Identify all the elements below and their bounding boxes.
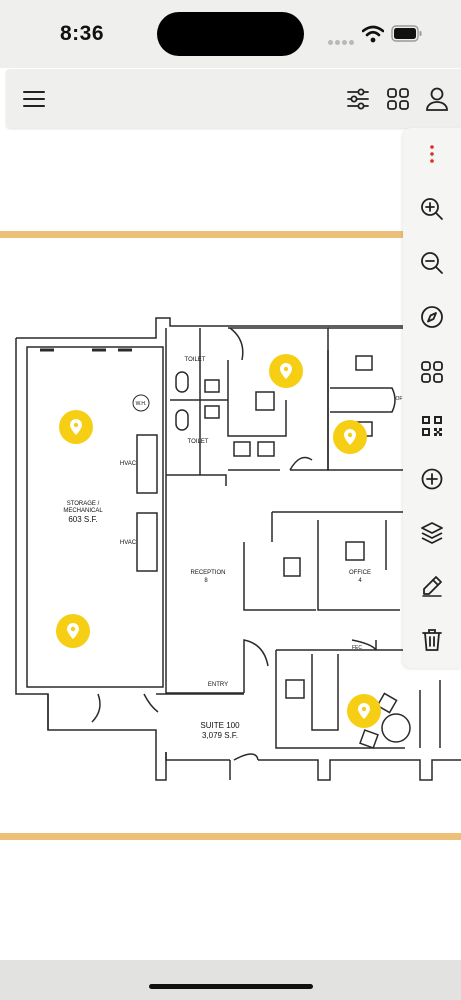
wifi-icon [362,25,384,43]
status-time: 8:36 [60,22,105,45]
dynamic-island [157,12,304,56]
user-icon[interactable] [421,84,453,114]
suite-area-label: 3,079 S.F. [202,731,238,740]
page-band-bottom [0,833,461,840]
compass-icon[interactable] [403,297,461,337]
location-pin[interactable] [56,614,90,648]
office-number: 4 [358,578,362,584]
grid-icon[interactable] [382,84,414,114]
reception-number: 8 [204,578,208,584]
location-pin[interactable] [347,694,381,728]
add-circle-icon[interactable] [403,459,461,499]
storage-label: STORAGE / [67,501,100,507]
trash-icon[interactable] [403,620,461,660]
home-indicator[interactable] [149,984,313,989]
entry-label: ENTRY [208,682,228,688]
toilet-label-1: TOILET [185,357,206,363]
battery-icon [391,25,422,42]
hvac-label-1: HVAC [120,461,137,467]
map-toolbar [403,128,461,668]
location-pin[interactable] [333,420,367,454]
signal-icon [328,32,356,50]
qr-code-icon[interactable] [403,406,461,446]
layers-icon[interactable] [403,513,461,553]
office-partial-label: OF [396,396,403,402]
hamburger-menu-icon[interactable] [18,84,50,114]
office-label: OFFICE [349,570,371,576]
fec-label: FEC [352,645,362,651]
page-band-top [0,231,405,238]
location-pin[interactable] [269,354,303,388]
more-vertical-icon[interactable] [403,134,461,174]
home-bar [0,960,461,1000]
hvac-label-2: HVAC [120,540,137,546]
location-pin[interactable] [59,410,93,444]
grid-icon[interactable] [403,352,461,392]
reception-label: RECEPTION [190,570,225,576]
water-heater-label: W.H. [136,401,147,407]
sliders-icon[interactable] [342,84,374,114]
suite-label: SUITE 100 [200,721,240,730]
edit-icon[interactable] [403,566,461,606]
storage-area-label: 603 S.F. [68,515,97,524]
floor-plan[interactable]: STORAGE / MECHANICAL 603 S.F. W.H. HVAC … [0,310,461,790]
mechanical-label: MECHANICAL [63,508,103,514]
zoom-in-icon[interactable] [403,189,461,229]
zoom-out-icon[interactable] [403,243,461,283]
toilet-label-2: TOILET [188,439,209,445]
